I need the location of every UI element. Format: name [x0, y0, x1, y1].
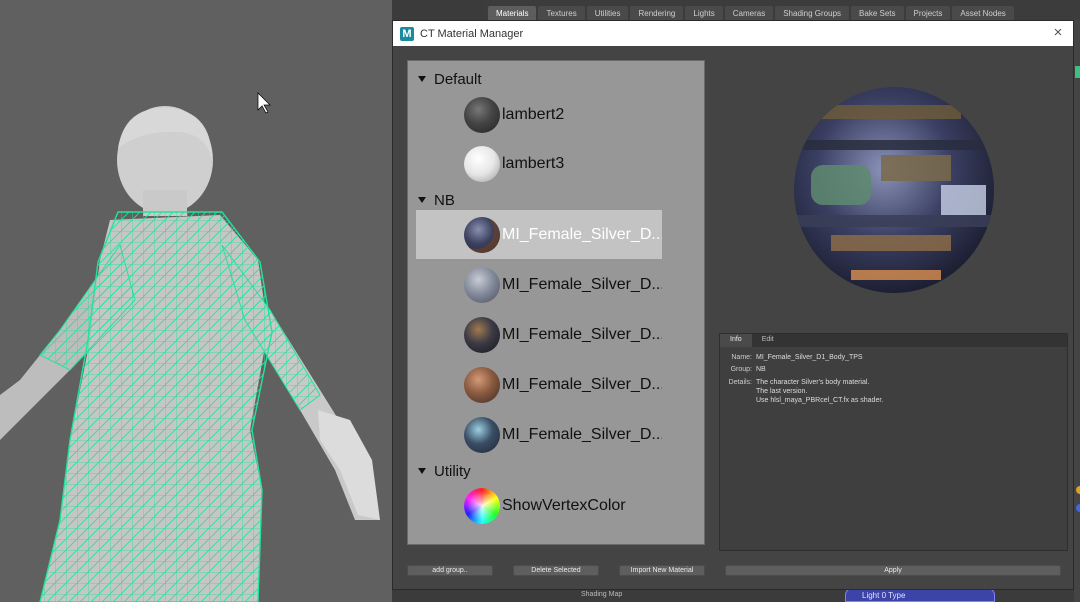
side-panel-edge: [1074, 20, 1080, 602]
item-label: MI_Female_Silver_D...: [502, 325, 662, 343]
item-label: MI_Female_Silver_D...: [502, 275, 662, 293]
list-item[interactable]: MI_Female_Silver_D...: [416, 410, 662, 459]
delete-selected-button[interactable]: Delete Selected: [513, 565, 599, 576]
name-key: Name:: [731, 354, 752, 361]
item-label: MI_Female_Silver_D...: [502, 225, 662, 243]
hs-tab-lights[interactable]: Lights: [685, 6, 723, 20]
item-label: lambert3: [502, 154, 565, 172]
title-bar[interactable]: M CT Material Manager ×: [393, 21, 1073, 46]
item-label: ShowVertexColor: [502, 496, 626, 514]
hs-tab-asset-nodes[interactable]: Asset Nodes: [952, 6, 1014, 20]
details-key: Details:: [728, 379, 752, 386]
group-header-nb[interactable]: NB: [408, 189, 688, 211]
apply-button[interactable]: Apply: [725, 565, 1061, 576]
hs-tab-bake-sets[interactable]: Bake Sets: [851, 6, 904, 20]
info-panel: Info Edit Name: MI_Female_Silver_D1_Body…: [719, 333, 1068, 551]
status-marker: [1075, 66, 1080, 78]
list-item[interactable]: lambert2: [416, 90, 662, 139]
node-label: Light 0 Type: [862, 591, 906, 600]
group-header-default[interactable]: Default: [408, 68, 688, 90]
chevron-down-icon: [418, 76, 426, 82]
material-group: NB: [756, 366, 766, 373]
hypershade-tab-bar: Materials Textures Utilities Rendering L…: [484, 0, 1080, 20]
list-item-selected[interactable]: MI_Female_Silver_D...: [416, 210, 662, 259]
maya-m-icon: M: [400, 26, 414, 41]
material-swatch-icon: [464, 145, 500, 182]
close-icon[interactable]: ×: [1049, 24, 1067, 42]
item-label: lambert2: [502, 105, 565, 123]
list-item[interactable]: lambert3: [416, 139, 662, 188]
add-group-button[interactable]: add group..: [407, 565, 493, 576]
group-header-utility[interactable]: Utility: [408, 460, 688, 482]
window-title: CT Material Manager: [420, 27, 524, 40]
material-swatch-icon: [464, 316, 500, 353]
hs-tab-utilities[interactable]: Utilities: [586, 6, 629, 20]
info-tab-bar: Info Edit: [720, 334, 1067, 347]
item-label: MI_Female_Silver_D...: [502, 375, 662, 393]
list-item[interactable]: MI_Female_Silver_D...: [416, 310, 662, 359]
list-item[interactable]: MI_Female_Silver_D...: [416, 260, 662, 309]
tab-edit[interactable]: Edit: [752, 334, 784, 347]
material-swatch-icon: [464, 366, 500, 403]
material-swatch-icon: [464, 416, 500, 453]
3d-viewport[interactable]: [0, 0, 400, 602]
list-item[interactable]: ShowVertexColor: [416, 481, 662, 530]
info-details-row: Details: The character Silver's body mat…: [720, 378, 1060, 408]
tab-info[interactable]: Info: [720, 334, 752, 347]
group-label: Utility: [434, 462, 471, 480]
material-manager-window: M CT Material Manager × Default lambert2…: [392, 20, 1074, 590]
details-line: The character Silver's body material.: [756, 379, 870, 386]
group-label: Default: [434, 70, 482, 88]
details-line: Use hlsl_maya_PBRcel_CT.fx as shader.: [756, 397, 884, 404]
list-item[interactable]: MI_Female_Silver_D...: [416, 360, 662, 409]
material-list[interactable]: Default lambert2 lambert3 NB MI_Female_S…: [407, 60, 705, 545]
hs-tab-rendering[interactable]: Rendering: [630, 6, 684, 20]
hs-tab-textures[interactable]: Textures: [538, 6, 585, 20]
material-swatch-icon: [464, 96, 500, 133]
light-type-node[interactable]: Light 0 Type: [845, 588, 995, 602]
import-new-material-button[interactable]: Import New Material: [619, 565, 705, 576]
chevron-down-icon: [418, 197, 426, 203]
material-swatch-icon: [464, 266, 500, 303]
hs-tab-shading-groups[interactable]: Shading Groups: [775, 6, 850, 20]
hs-tab-cameras[interactable]: Cameras: [724, 6, 774, 20]
shading-map-label: Shading Map: [581, 591, 623, 598]
info-group-row: Group: NB: [720, 365, 1060, 375]
group-label: NB: [434, 191, 455, 209]
mouse-cursor-icon: [257, 92, 271, 114]
item-label: MI_Female_Silver_D...: [502, 425, 662, 443]
hs-tab-projects[interactable]: Projects: [905, 6, 951, 20]
details-line: The last version.: [756, 388, 808, 395]
hs-tab-materials[interactable]: Materials: [488, 6, 537, 20]
material-swatch-icon: [464, 216, 500, 253]
vertex-color-swatch-icon: [464, 487, 500, 524]
material-name: MI_Female_Silver_D1_Body_TPS: [756, 354, 863, 361]
chevron-down-icon: [418, 468, 426, 474]
info-name-row: Name: MI_Female_Silver_D1_Body_TPS: [720, 353, 1060, 363]
material-preview-sphere: [794, 87, 994, 293]
shading-map-chip[interactable]: Shading Map: [575, 588, 665, 602]
group-key: Group:: [730, 366, 752, 373]
character-model: [0, 92, 380, 602]
node-port-icons: [1076, 486, 1080, 512]
